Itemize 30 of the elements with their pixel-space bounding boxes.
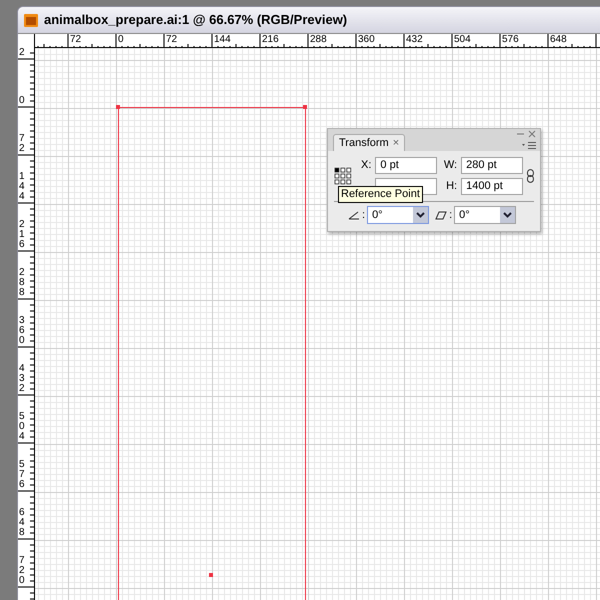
ruler-label: 504	[454, 34, 471, 45]
ruler-label: 576	[502, 34, 519, 45]
ruler-label: 504	[19, 412, 25, 442]
window-title: animalbox_prepare.ai:1 @ 66.67% (RGB/Preview)	[44, 11, 348, 30]
field-label: H:	[445, 179, 458, 194]
ruler-label: 360	[358, 34, 375, 45]
ruler-label: 360	[19, 316, 25, 346]
ruler-label: 720	[19, 556, 25, 586]
ruler-label: 72	[19, 134, 25, 154]
tooltip: Reference Point	[338, 186, 423, 203]
field-label: X:	[360, 158, 372, 174]
ruler-label: 432	[406, 34, 423, 45]
ruler-label: 2	[19, 48, 25, 58]
field-label: W:	[442, 158, 458, 174]
ruler-label: 0	[118, 34, 124, 45]
ruler-label: 288	[310, 34, 327, 45]
field-label: :	[362, 208, 366, 223]
ruler-label: 432	[19, 364, 25, 394]
ruler-label: 144	[19, 172, 25, 202]
ruler-label: 576	[19, 460, 25, 490]
ruler-label: 288	[19, 268, 25, 298]
ruler-label: 216	[262, 34, 279, 45]
ruler-label: 0	[19, 96, 25, 106]
ruler-label: 144	[214, 34, 231, 45]
ruler-label: 648	[550, 34, 567, 45]
ruler-label: 72	[166, 34, 178, 45]
field-label: :	[449, 208, 452, 223]
ruler-label: 216	[19, 220, 25, 250]
ruler-label: 72	[70, 34, 82, 45]
ruler-label: 648	[19, 508, 25, 538]
